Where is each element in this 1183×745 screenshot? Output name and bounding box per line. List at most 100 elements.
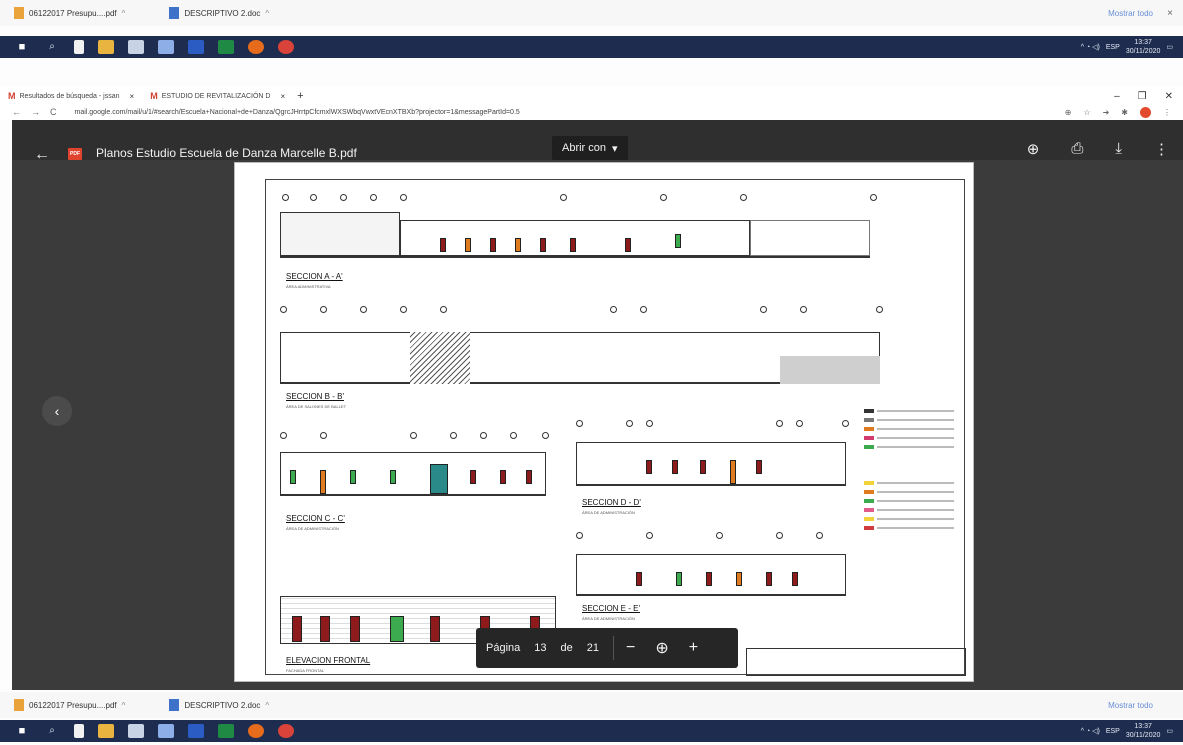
close-icon[interactable]: × [1167, 8, 1173, 19]
back-arrow-icon[interactable]: ← [34, 146, 50, 164]
section-a-drawing [280, 194, 877, 258]
paint-icon[interactable] [158, 40, 174, 54]
window [792, 572, 798, 586]
chrome-icon[interactable] [278, 724, 294, 738]
grid-bubble [400, 306, 407, 313]
windows-start-icon[interactable]: ■ [14, 724, 30, 738]
back-icon[interactable]: ← [12, 107, 21, 117]
grid-bubble [660, 194, 667, 201]
chevron-up-icon[interactable]: ^ [265, 701, 269, 710]
language-indicator[interactable]: ESP [1106, 44, 1120, 51]
notifications-icon[interactable]: ▭ [1166, 727, 1173, 735]
legend-swatch [864, 436, 874, 440]
grid-bubble [776, 532, 783, 539]
clock-date: 30/11/2020 [1125, 732, 1161, 739]
download-item-doc[interactable]: DESCRIPTIVO 2.doc ^ [169, 699, 269, 711]
previous-page-icon[interactable]: ‹ [42, 396, 72, 426]
legend-text [877, 518, 954, 520]
zoom-icon[interactable]: ⊕ [1065, 108, 1072, 117]
excel-icon[interactable] [218, 40, 234, 54]
chevron-up-icon[interactable]: ^ [122, 9, 126, 18]
add-to-drive-icon[interactable]: ⊕ [1027, 140, 1040, 158]
firefox-icon[interactable] [248, 724, 264, 738]
file-icon[interactable] [74, 724, 84, 738]
building-block [576, 442, 846, 486]
search-icon[interactable]: ⌕ [44, 724, 60, 738]
reload-icon[interactable]: C [50, 107, 57, 117]
profile-avatar[interactable] [1140, 106, 1151, 118]
excel-icon[interactable] [218, 724, 234, 738]
search-icon[interactable]: ⌕ [44, 40, 60, 54]
share-icon[interactable]: ➜ [1103, 108, 1110, 117]
section-subtitle: ÁREA DE SALONES DE BALLET [286, 404, 347, 409]
window [766, 572, 772, 586]
language-indicator[interactable]: ESP [1106, 728, 1120, 735]
taskbar-bottom: ■ ⌕ ^ ◔ ◁) ESP 13:37 30/11/2020 ▭ [0, 720, 1183, 742]
grid-bubble [320, 432, 327, 439]
close-tab-icon[interactable]: × [280, 92, 285, 101]
address-bar-actions: ⊕ ☆ ➜ ✱ ⋮ [1065, 106, 1171, 118]
legend-swatch [864, 481, 874, 485]
download-item-doc[interactable]: DESCRIPTIVO 2.doc ^ [169, 7, 269, 19]
pdf-icon: PDF [68, 148, 82, 160]
windows-start-icon[interactable]: ■ [14, 40, 30, 54]
forward-icon[interactable]: → [31, 107, 40, 117]
window [636, 572, 642, 586]
grid-bubble [640, 306, 647, 313]
download-item-pdf[interactable]: 06122017 Presupu....pdf ^ [14, 699, 125, 711]
file-icon[interactable] [74, 40, 84, 54]
legend-row [864, 480, 954, 486]
tab-search-results[interactable]: M Resultados de búsqueda - jssan × [0, 91, 142, 101]
legend-text [877, 527, 954, 529]
download-icon[interactable]: ⤓ [1115, 140, 1122, 158]
tray-icons[interactable]: ^ ◔ ◁) [1081, 43, 1100, 51]
print-icon[interactable]: ⎙ [1071, 140, 1083, 158]
url-field[interactable]: mail.google.com/mail/u/1/#search/Escuela… [75, 109, 520, 116]
show-all-link[interactable]: Mostrar todo [1108, 701, 1153, 710]
divider [613, 636, 615, 660]
minimize-icon[interactable]: – [1114, 91, 1120, 102]
bookmark-star-icon[interactable]: ☆ [1083, 108, 1090, 117]
tab-estudio[interactable]: M ESTUDIO DE REVITALIZACIÓN D × [142, 91, 293, 101]
chevron-up-icon[interactable]: ^ [122, 701, 126, 710]
tray-icons[interactable]: ^ ◔ ◁) [1081, 727, 1100, 735]
section-title: SECCION E - E' [582, 604, 640, 613]
calculator-icon[interactable] [128, 40, 144, 54]
show-all-link[interactable]: Mostrar todo [1108, 9, 1153, 18]
firefox-icon[interactable] [248, 40, 264, 54]
taskbar-top: ■ ⌕ ^ ◔ ◁) ESP 13:37 30/11/2020 ▭ [0, 36, 1183, 58]
grid-bubble [370, 194, 377, 201]
close-window-icon[interactable]: ✕ [1165, 91, 1173, 102]
zoom-out-icon[interactable]: − [626, 639, 635, 657]
download-item-pdf[interactable]: 06122017 Presupu....pdf ^ [14, 7, 125, 19]
calculator-icon[interactable] [128, 724, 144, 738]
zoom-in-icon[interactable]: + [689, 639, 698, 657]
more-options-icon[interactable]: ⋮ [1154, 140, 1169, 158]
close-tab-icon[interactable]: × [130, 92, 135, 101]
word-icon[interactable] [188, 724, 204, 738]
download-item-label: 06122017 Presupu....pdf [29, 700, 117, 710]
chevron-up-icon[interactable]: ^ [265, 9, 269, 18]
word-icon[interactable] [188, 40, 204, 54]
menu-icon[interactable]: ⋮ [1163, 108, 1171, 117]
file-explorer-icon[interactable] [98, 40, 114, 54]
download-item-label: DESCRIPTIVO 2.doc [184, 8, 261, 18]
grid-bubble [876, 306, 883, 313]
open-with-button[interactable]: Abrir con ▾ [552, 136, 628, 160]
file-explorer-icon[interactable] [98, 724, 114, 738]
grid-bubble [340, 194, 347, 201]
maximize-icon[interactable]: ❐ [1138, 91, 1147, 102]
section-title: SECCION B - B' [286, 392, 344, 401]
tab-label: ESTUDIO DE REVITALIZACIÓN D [161, 92, 271, 100]
extensions-icon[interactable]: ✱ [1121, 108, 1128, 117]
zoom-icon[interactable]: ⊕ [655, 638, 668, 658]
clock[interactable]: 13:37 30/11/2020 [1126, 722, 1161, 740]
paint-icon[interactable] [158, 724, 174, 738]
grid-bubble [760, 306, 767, 313]
clock[interactable]: 13:37 30/11/2020 [1126, 38, 1161, 56]
notifications-icon[interactable]: ▭ [1166, 43, 1173, 51]
address-bar: ← → C mail.google.com/mail/u/1/#search/E… [0, 104, 1183, 120]
current-page[interactable]: 13 [534, 642, 546, 654]
chrome-icon[interactable] [278, 40, 294, 54]
new-tab-button[interactable]: + [297, 90, 303, 102]
